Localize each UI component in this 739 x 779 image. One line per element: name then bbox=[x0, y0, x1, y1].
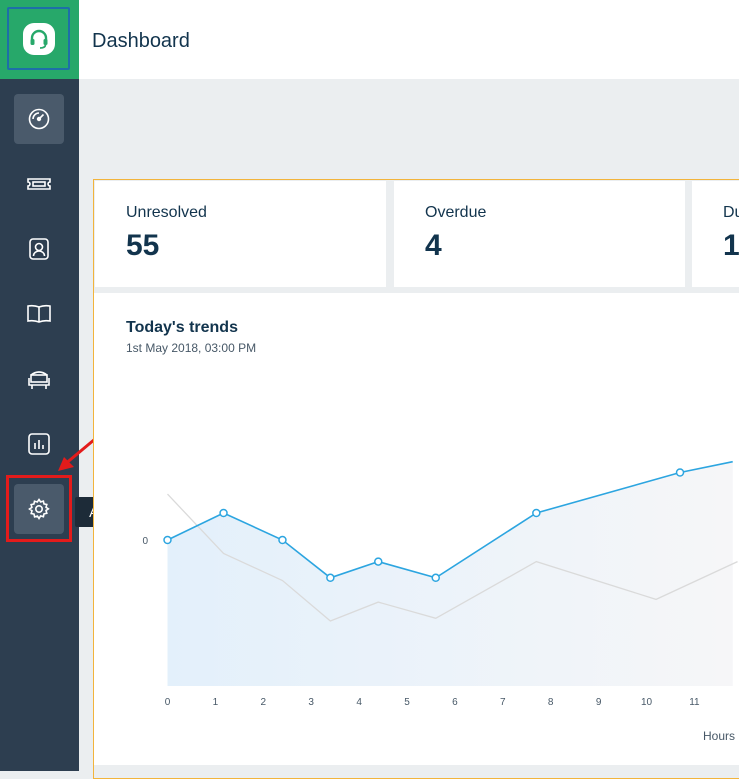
stat-value: 55 bbox=[126, 229, 160, 262]
stat-label: Overdue bbox=[425, 204, 487, 221]
data-point bbox=[675, 468, 685, 477]
data-point bbox=[532, 508, 541, 518]
x-tick-label: 3 bbox=[308, 697, 314, 708]
sidebar-item-tickets[interactable] bbox=[14, 159, 64, 209]
x-tick-label: 5 bbox=[404, 697, 410, 708]
headset-logo-icon bbox=[22, 22, 55, 55]
stat-card-overdue[interactable]: Overdue 4 bbox=[394, 181, 685, 287]
x-tick-label: 6 bbox=[452, 697, 458, 708]
panel-bottom-edge bbox=[94, 765, 739, 771]
trends-chart: 0123456789101110Hours bbox=[142, 460, 738, 743]
logo-frame bbox=[7, 7, 70, 70]
chart-icon bbox=[28, 433, 50, 455]
sidebar-item-dashboard[interactable] bbox=[14, 94, 64, 144]
stat-label: Du bbox=[723, 204, 739, 221]
x-axis-label: Hours bbox=[703, 729, 735, 743]
x-tick-label: 10 bbox=[641, 697, 653, 708]
top-bar: Dashboard bbox=[79, 0, 739, 79]
stat-label: Unresolved bbox=[126, 204, 207, 221]
sidebar-item-contacts[interactable] bbox=[14, 224, 64, 274]
ticket-icon bbox=[27, 178, 51, 190]
data-point bbox=[326, 573, 335, 583]
x-tick-label: 2 bbox=[261, 697, 267, 708]
y-tick-label: 0 bbox=[142, 536, 148, 547]
data-point bbox=[431, 573, 440, 583]
logo[interactable] bbox=[0, 0, 79, 79]
x-tick-label: 7 bbox=[500, 697, 506, 708]
stat-value: 1 bbox=[723, 229, 739, 262]
data-point bbox=[219, 508, 228, 518]
trends-panel: Today's trends 1st May 2018, 03:00 PM 01… bbox=[94, 293, 739, 765]
stat-value: 4 bbox=[425, 229, 442, 262]
sidebar-item-solutions[interactable] bbox=[14, 289, 64, 339]
book-icon bbox=[27, 304, 51, 323]
x-tick-label: 4 bbox=[356, 697, 362, 708]
x-tick-label: 9 bbox=[596, 697, 602, 708]
stat-card-due[interactable]: Du 1 bbox=[692, 181, 739, 287]
chart-area-fill bbox=[167, 461, 733, 686]
data-point bbox=[278, 535, 287, 545]
x-tick-label: 11 bbox=[689, 697, 700, 708]
admin-highlight-box bbox=[6, 475, 72, 542]
page-title: Dashboard bbox=[92, 30, 190, 52]
contact-icon bbox=[29, 238, 49, 260]
forum-icon bbox=[28, 371, 50, 389]
data-point bbox=[163, 535, 172, 545]
x-tick-label: 0 bbox=[165, 697, 171, 708]
gauge-icon bbox=[28, 108, 50, 130]
stat-card-unresolved[interactable]: Unresolved 55 bbox=[95, 181, 386, 287]
data-point bbox=[374, 557, 383, 566]
x-tick-label: 8 bbox=[548, 697, 554, 708]
x-tick-label: 1 bbox=[213, 697, 219, 708]
